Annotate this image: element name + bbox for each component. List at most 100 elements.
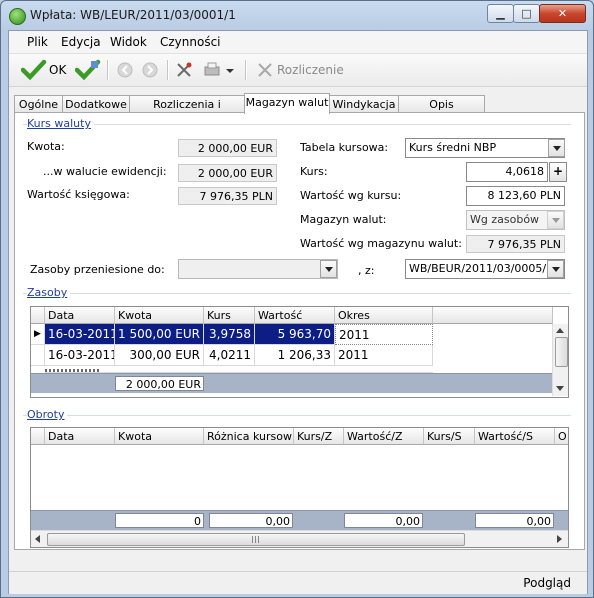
z-select[interactable]: WB/BEUR/2011/03/0005/1 bbox=[405, 259, 565, 279]
zasoby-grid[interactable]: Data Kwota Kurs Wartość Okres ▶ 16-03-20… bbox=[30, 306, 569, 398]
kurs-plus-button[interactable]: + bbox=[549, 162, 567, 182]
cell-wartosc[interactable]: 1 206,33 bbox=[255, 345, 335, 366]
col-header-kurs[interactable]: Kurs bbox=[204, 307, 255, 324]
z-label: , z: bbox=[358, 264, 375, 277]
tools-icon bbox=[177, 62, 192, 77]
tabela-kursowa-value: Kurs średni NBP bbox=[409, 141, 497, 154]
cell-data[interactable]: 16-03-2011 bbox=[45, 324, 115, 345]
cell-kurs[interactable]: 4,0211 bbox=[204, 345, 255, 366]
cell-wartosc[interactable]: 5 963,70 bbox=[255, 324, 335, 345]
zasoby-vscrollbar[interactable] bbox=[552, 324, 568, 396]
col-header-data[interactable]: Data bbox=[45, 428, 115, 445]
menu-czynnosci[interactable]: Czynności bbox=[160, 35, 221, 49]
ok-button[interactable]: OK bbox=[21, 59, 73, 81]
tabela-kursowa-select[interactable]: Kurs średni NBP bbox=[405, 138, 565, 158]
tabela-dropdown-button[interactable] bbox=[548, 139, 565, 157]
wartosc-ksiegowa-value: 7 976,35 PLN bbox=[178, 187, 277, 205]
z-dropdown-button[interactable] bbox=[547, 260, 564, 278]
settle-button[interactable]: Rozliczenie bbox=[255, 59, 345, 81]
toolbar: OK Rozliczenie bbox=[9, 54, 587, 87]
toolbar-separator bbox=[107, 60, 109, 80]
obroty-total-kwota: 0 bbox=[115, 513, 204, 528]
menu-edycja[interactable]: Edycja bbox=[61, 35, 101, 49]
cell-kwota[interactable]: 1 500,00 EUR bbox=[115, 324, 204, 345]
menu-widok[interactable]: Widok bbox=[110, 35, 147, 49]
client-area: Plik Edycja Widok Czynności OK Rozliczen… bbox=[8, 30, 588, 594]
prev-button[interactable] bbox=[115, 59, 135, 81]
group-divider bbox=[23, 124, 571, 125]
checkmark-icon bbox=[21, 59, 47, 81]
cell-data[interactable]: 16-03-2011 bbox=[45, 345, 115, 366]
minimize-button[interactable]: ▁ bbox=[487, 4, 514, 23]
waluta-ewidencji-value: 2 000,00 EUR bbox=[178, 164, 277, 182]
wartosc-kursu-label: Wartość wg kursu: bbox=[300, 189, 402, 202]
scroll-down-icon[interactable] bbox=[556, 386, 564, 391]
tab-ogolne[interactable]: Ogólne bbox=[14, 95, 63, 113]
col-header-wartosc-s[interactable]: Wartość/S bbox=[475, 428, 555, 445]
toolbar-separator bbox=[245, 60, 247, 80]
col-header-kwota[interactable]: Kwota bbox=[115, 307, 204, 324]
obroty-footer: 0 0,00 0,00 0,00 bbox=[31, 510, 568, 530]
wartosc-ksiegowa-label: Wartość księgowa: bbox=[27, 188, 130, 201]
scroll-thumb[interactable] bbox=[555, 337, 568, 367]
waluta-ewidencji-label: ...w walucie ewidencji: bbox=[43, 165, 167, 178]
arrow-left-icon bbox=[117, 62, 133, 78]
zasoby-przeniesione-dropdown[interactable] bbox=[320, 260, 337, 278]
zasoby-przeniesione-select[interactable] bbox=[178, 259, 338, 279]
scroll-left-icon[interactable] bbox=[35, 535, 40, 543]
cell-kurs[interactable]: 3,9758 bbox=[204, 324, 255, 345]
magazyn-dropdown-button[interactable] bbox=[547, 211, 564, 229]
kurs-waluty-title: Kurs waluty bbox=[27, 117, 94, 130]
tab-windykacja[interactable]: Windykacja bbox=[329, 95, 399, 113]
tab-dodatkowe[interactable]: Dodatkowe bbox=[62, 95, 130, 113]
arrow-right-icon bbox=[142, 62, 158, 78]
obroty-grid[interactable]: Data Kwota Różnica kursow Kurs/Z Wartość… bbox=[30, 427, 569, 548]
wartosc-magazynu-value: 7 976,35 PLN bbox=[466, 235, 565, 253]
tab-opis-analityczny[interactable]: Opis analityczny bbox=[398, 95, 485, 128]
status-mode: Podgląd bbox=[523, 576, 571, 590]
maximize-button[interactable]: □ bbox=[513, 4, 540, 23]
settle-icon bbox=[258, 63, 272, 77]
scroll-right-icon[interactable] bbox=[557, 535, 562, 543]
zasoby-total-kwota: 2 000,00 EUR bbox=[115, 376, 204, 391]
next-button[interactable] bbox=[140, 59, 160, 81]
col-header-o[interactable]: O bbox=[555, 428, 568, 445]
printer-icon bbox=[204, 62, 234, 76]
obroty-total-wartosc-s: 0,00 bbox=[475, 513, 554, 528]
menu-plik[interactable]: Plik bbox=[27, 35, 48, 49]
tab-rozliczenia[interactable]: Rozliczenia i Przelewy bbox=[129, 95, 245, 128]
tabela-kursowa-label: Tabela kursowa: bbox=[300, 141, 389, 154]
col-header-kurs-s[interactable]: Kurs/S bbox=[424, 428, 475, 445]
kurs-input[interactable]: 4,0618 bbox=[466, 162, 548, 182]
obroty-title: Obroty bbox=[27, 408, 68, 421]
col-header-kurs-z[interactable]: Kurs/Z bbox=[294, 428, 344, 445]
cell-okres[interactable]: 2011 bbox=[335, 345, 433, 366]
window: Wpłata: WB/LEUR/2011/03/0001/1 ▁ □ ✕ Pli… bbox=[0, 0, 594, 598]
scroll-thumb[interactable] bbox=[47, 533, 465, 546]
col-header-okres[interactable]: Okres bbox=[335, 307, 433, 324]
cell-kwota[interactable]: 300,00 EUR bbox=[115, 345, 204, 366]
col-header-roznica[interactable]: Różnica kursow bbox=[204, 428, 294, 445]
col-header-data[interactable]: Data bbox=[45, 307, 115, 324]
col-header-wartosc[interactable]: Wartość bbox=[255, 307, 335, 324]
cell-okres[interactable]: 2011 bbox=[335, 324, 433, 345]
magazyn-walut-label: Magazyn walut: bbox=[300, 213, 387, 226]
kwota-label: Kwota: bbox=[27, 140, 65, 153]
zasoby-przeniesione-label: Zasoby przeniesione do: bbox=[30, 263, 165, 276]
close-button[interactable]: ✕ bbox=[539, 4, 586, 23]
checkmark-plus-icon bbox=[74, 59, 101, 81]
obroty-hscrollbar[interactable] bbox=[31, 530, 568, 547]
scroll-up-icon[interactable] bbox=[556, 328, 564, 333]
zasoby-footer: 2 000,00 EUR bbox=[31, 373, 552, 393]
z-value: WB/BEUR/2011/03/0005/1 bbox=[409, 262, 554, 275]
save-new-button[interactable] bbox=[74, 59, 101, 81]
print-button[interactable] bbox=[202, 59, 236, 81]
col-header-kwota[interactable]: Kwota bbox=[115, 428, 204, 445]
magazyn-walut-value: Wg zasobów bbox=[470, 213, 540, 226]
col-header-wartosc-z[interactable]: Wartość/Z bbox=[344, 428, 424, 445]
table-row-partial bbox=[45, 366, 433, 373]
wartosc-magazynu-label: Wartość wg magazynu walut: bbox=[300, 237, 462, 250]
tools-button[interactable] bbox=[174, 59, 194, 81]
tab-magazyn-walut[interactable]: Magazyn walut bbox=[244, 93, 330, 114]
title-bar: Wpłata: WB/LEUR/2011/03/0001/1 ▁ □ ✕ bbox=[1, 1, 593, 29]
